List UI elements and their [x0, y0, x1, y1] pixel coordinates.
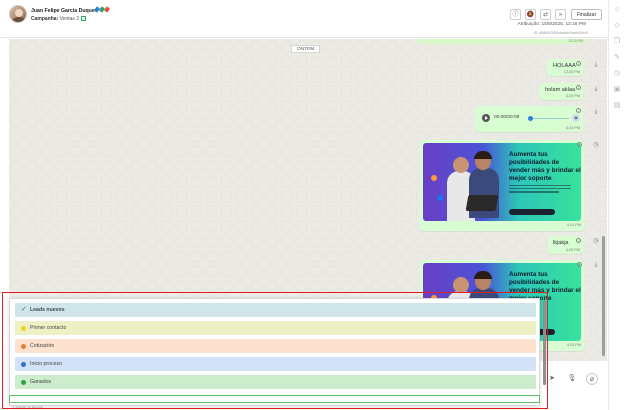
option-label: Cotización: [30, 343, 55, 349]
mic-icon[interactable]: 🎙: [566, 373, 578, 385]
image-icon[interactable]: ▣: [613, 86, 621, 94]
user-icon[interactable]: ☺: [613, 6, 621, 14]
option-label: Ganados: [30, 379, 52, 385]
message-time: 4:24 PM: [565, 126, 580, 130]
info-button[interactable]: ⓘ: [510, 9, 521, 20]
dropdown-option-cotizacion[interactable]: Cotización: [15, 339, 536, 353]
message-text: holam aklaa: [545, 87, 576, 93]
transfer-button[interactable]: ⇄: [540, 9, 551, 20]
dropdown-option-primer-contacto[interactable]: Primer contacto: [15, 321, 536, 335]
dropdown-option-leads-nuevos[interactable]: ✓ Leads nuevos: [15, 303, 536, 317]
play-icon[interactable]: [482, 114, 490, 122]
check-circle-icon: ✓: [576, 108, 581, 113]
message-bubble[interactable]: HOLAAA ✓ 12:25 PM: [547, 59, 583, 76]
date-separator: ONTEM: [291, 45, 321, 53]
info-icon: ⓘ: [512, 12, 519, 18]
transfer-icon: ⇄: [542, 12, 549, 18]
message-time: 12:25 PM: [563, 70, 580, 74]
message-time: 4:25 PM: [566, 343, 581, 347]
stage-search-input[interactable]: [10, 405, 539, 410]
tag-icon[interactable]: ◇: [613, 22, 621, 30]
clock-icon: ◷: [593, 142, 599, 148]
stage-select-input[interactable]: [9, 395, 540, 410]
app-window: Juan Felipe Garcia Duque Campanha: Venta…: [0, 0, 625, 410]
audio-progress-bar[interactable]: [529, 118, 569, 120]
status-dot-icon: [21, 361, 26, 367]
contact-name[interactable]: Juan Felipe Garcia Duque: [31, 8, 95, 14]
promo-cta: [509, 209, 555, 215]
status-dot-icon: [21, 379, 26, 385]
dropdown-scrollbar[interactable]: [543, 301, 546, 385]
edit-icon[interactable]: ✎: [613, 54, 621, 62]
clock-icon[interactable]: ◷: [613, 70, 621, 78]
attribution-text: Atribuição: 15/8/2025, 12:16 PM: [517, 22, 586, 27]
message-bubble[interactable]: lkjakja ✓ 4:25 PM: [548, 236, 583, 254]
option-label: Leads nuevos: [30, 307, 65, 313]
promo-image[interactable]: Aumenta tus posibilidades de vender más …: [423, 143, 581, 221]
check-icon: ✓: [81, 16, 87, 22]
finalizar-button[interactable]: Finalizar: [571, 9, 602, 20]
chat-header: Juan Felipe Garcia Duque Campanha: Venta…: [0, 0, 608, 38]
stage-dropdown-list: ✓ Leads nuevos Primer contacto Cotizació…: [9, 298, 546, 406]
message-time: 4:24 PM: [566, 223, 581, 227]
mute-button[interactable]: 🔕: [525, 9, 536, 20]
attach-icon[interactable]: ⌀: [586, 373, 598, 385]
check-circle-icon: ✓: [576, 238, 581, 243]
clock-icon: ◷: [593, 238, 599, 244]
conversation-id: ID: 688f0b7839cba8d40ab0d2e40: [533, 31, 588, 35]
message-time: 4:25 PM: [565, 248, 580, 252]
message-time: 4:24 PM: [565, 94, 580, 98]
check-circle-icon: ✓: [576, 85, 581, 90]
download-icon[interactable]: ⤓: [593, 62, 599, 69]
people-illustration: [447, 151, 501, 221]
campaign-label: Campanha:: [31, 16, 59, 22]
campaign-value: Ventas 2: [59, 16, 80, 22]
check-circle-icon: ✓: [577, 262, 582, 267]
promo-body-text: [509, 185, 571, 199]
volume-icon[interactable]: ◉: [572, 114, 580, 122]
audio-time: 00:00/00:09: [494, 115, 520, 120]
avatar[interactable]: [9, 5, 27, 23]
status-dot-icon: [21, 343, 26, 349]
tag-list: [93, 6, 111, 13]
mute-icon: 🔕: [526, 12, 535, 18]
option-label: Primer contacto: [30, 325, 67, 331]
campaign-line: Campanha: Ventas 2 ✓: [31, 16, 87, 22]
forward-button[interactable]: »: [555, 9, 566, 20]
audio-message-bubble[interactable]: 00:00/00:09 ◉ ✓ 4:24 PM: [475, 106, 583, 132]
right-sidebar: ☺ ◇ ❐ ✎ ◷ ▣ ▤: [608, 0, 625, 410]
tag-icon[interactable]: [103, 6, 111, 13]
option-label: Inicio proceso: [30, 361, 63, 367]
dropdown-option-ganados[interactable]: Ganados: [15, 375, 536, 389]
check-circle-icon: ✓: [577, 142, 582, 147]
checkmark-icon: ✓: [21, 306, 27, 313]
document-icon[interactable]: ▤: [613, 102, 621, 110]
copy-icon[interactable]: ❐: [613, 38, 621, 46]
forward-icon: »: [558, 12, 563, 18]
status-dot-icon: [21, 325, 26, 331]
download-icon[interactable]: ⤓: [593, 262, 599, 269]
dropdown-option-inicio-proceso[interactable]: Inicio proceso: [15, 357, 536, 371]
download-icon[interactable]: ⤓: [593, 86, 599, 93]
message-time: 12:15 PM: [568, 39, 583, 43]
chat-scrollbar[interactable]: [602, 236, 605, 356]
image-message-bubble[interactable]: Aumenta tus posibilidades de vender más …: [420, 140, 584, 231]
message-text: lkjakja: [553, 240, 569, 246]
send-icon[interactable]: ➤: [546, 373, 558, 385]
download-icon[interactable]: ⤓: [593, 109, 599, 116]
previous-message-bubble: 12:15 PM: [417, 39, 587, 44]
promo-headline: Aumenta tus posibilidades de vender más …: [509, 151, 581, 182]
message-text: HOLAAA: [553, 63, 576, 69]
audio-progress-knob[interactable]: [528, 116, 533, 121]
check-circle-icon: ✓: [576, 61, 581, 66]
message-bubble[interactable]: holam aklaa ✓ 4:24 PM: [540, 83, 583, 100]
